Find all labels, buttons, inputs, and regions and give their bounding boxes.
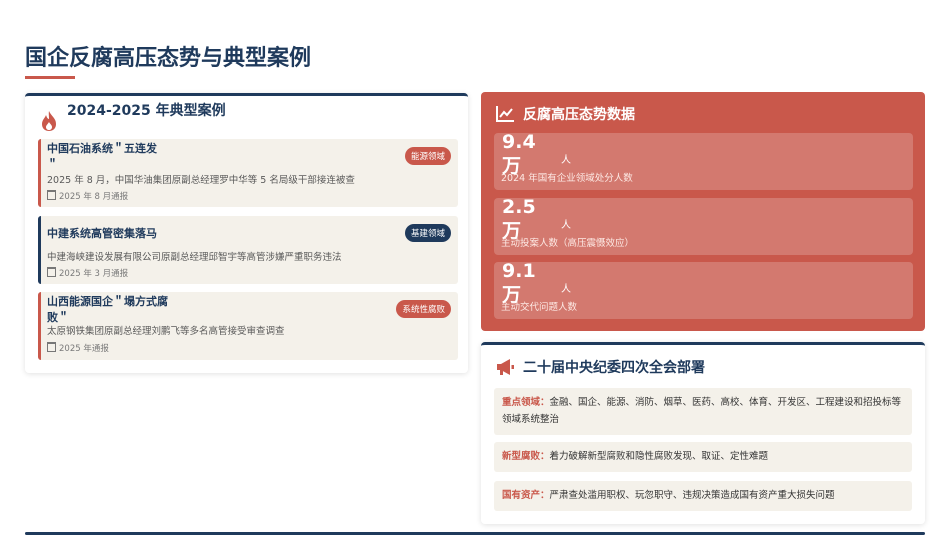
deploy-item-text: 金融、国企、能源、消防、烟草、医药、高校、体育、开发区、工程建设和招投标等领域系…: [502, 397, 902, 425]
case-date: 2025 年通报: [47, 342, 109, 354]
stat-box: 2.5 万 人 主动投案人数（高压震慑效应）: [494, 196, 913, 255]
stats-panel: 反腐高压态势数据 9.4 万 人 2024 年国有企业领域处分人数 2.5 万 …: [481, 92, 925, 331]
deploy-item-label: 国有资产：: [502, 490, 550, 501]
stat-unit: 人: [561, 155, 571, 166]
case-card: 中建系统高管密集落马 基建领域 中建海峡建设发展有限公司原副总经理邱智宇等高管涉…: [38, 216, 458, 284]
deploy-item-label: 新型腐败：: [502, 451, 550, 462]
cases-panel: 2024-2025 年典型案例 中国石油系统＂五连发＂ 能源领域 2025 年 …: [25, 93, 468, 373]
stat-unit: 人: [561, 284, 571, 295]
title-underline: [25, 76, 75, 79]
case-date: 2025 年 3 月通报: [47, 267, 128, 279]
stats-title: 反腐高压态势数据: [523, 107, 635, 123]
stat-unit: 人: [561, 220, 571, 231]
calendar-icon: [47, 267, 56, 277]
stat-box: 9.1 万 人 主动交代问题人数: [494, 260, 913, 319]
deploy-item: 重点领域：金融、国企、能源、消防、烟草、医药、高校、体育、开发区、工程建设和招投…: [494, 388, 912, 435]
deploy-header: 二十届中央纪委四次全会部署: [495, 357, 705, 377]
megaphone-icon: [497, 359, 514, 375]
deploy-item: 新型腐败：着力破解新型腐败和隐性腐败发现、取证、定性难题: [494, 442, 912, 472]
case-date: 2025 年 8 月通报: [47, 190, 128, 202]
deploy-item-label: 重点领域：: [502, 397, 550, 408]
case-desc: 太原钢铁集团原副总经理刘鹏飞等多名高管接受审查调查: [47, 326, 285, 337]
case-card: 山西能源国企＂塌方式腐败＂ 系统性腐败 太原钢铁集团原副总经理刘鹏飞等多名高管接…: [38, 292, 458, 360]
case-title: 山西能源国企＂塌方式腐败＂: [47, 295, 168, 324]
cases-header: 2024-2025 年典型案例: [39, 102, 227, 132]
page-title: 国企反腐高压态势与典型案例: [25, 46, 312, 71]
case-title: 中国石油系统＂五连发＂: [47, 142, 157, 171]
case-badge: 基建领域: [404, 224, 451, 242]
calendar-icon: [47, 190, 56, 200]
stat-label: 2024 年国有企业领域处分人数: [501, 173, 633, 184]
case-desc: 2025 年 8 月，中国华油集团原副总经理罗中华等 5 名局级干部接连被查: [47, 175, 355, 186]
deploy-panel: 二十届中央纪委四次全会部署 重点领域：金融、国企、能源、消防、烟草、医药、高校、…: [481, 342, 925, 524]
deploy-item-text: 严肃查处滥用职权、玩忽职守、违规决策造成国有资产重大损失问题: [549, 490, 835, 501]
case-title: 中建系统高管密集落马: [47, 227, 157, 240]
deploy-title: 二十届中央纪委四次全会部署: [523, 360, 705, 376]
stats-header: 反腐高压态势数据: [495, 104, 635, 124]
fire-icon: [42, 111, 56, 131]
stat-label: 主动交代问题人数: [501, 302, 578, 313]
case-desc: 中建海峡建设发展有限公司原副总经理邱智宇等高管涉嫌严重职务违法: [47, 252, 342, 263]
case-badge: 能源领域: [404, 147, 451, 165]
cases-title: 2024-2025 年典型案例: [67, 103, 226, 119]
deploy-item-text: 着力破解新型腐败和隐性腐败发现、取证、定性难题: [549, 451, 769, 462]
case-card: 中国石油系统＂五连发＂ 能源领域 2025 年 8 月，中国华油集团原副总经理罗…: [38, 139, 458, 207]
stat-label: 主动投案人数（高压震慑效应）: [501, 238, 635, 249]
deploy-item: 国有资产：严肃查处滥用职权、玩忽职守、违规决策造成国有资产重大损失问题: [494, 481, 912, 511]
stat-box: 9.4 万 人 2024 年国有企业领域处分人数: [494, 131, 913, 190]
case-badge: 系统性腐败: [396, 300, 451, 318]
calendar-icon: [47, 342, 56, 352]
line-chart-icon: [496, 106, 514, 122]
